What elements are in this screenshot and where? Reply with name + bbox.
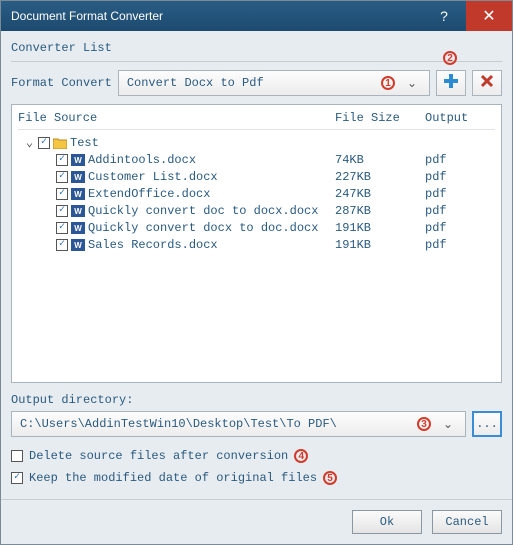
browse-button[interactable]: ... — [472, 411, 502, 437]
file-checkbox[interactable]: ✓ — [56, 239, 68, 251]
file-checkbox[interactable]: ✓ — [56, 205, 68, 217]
keep-date-label: Keep the modified date of original files — [29, 471, 317, 485]
ok-button[interactable]: Ok — [352, 510, 422, 534]
tree-file-row[interactable]: ✓ W Customer List.docx 227KBpdf — [18, 168, 495, 185]
file-name: Quickly convert doc to docx.docx — [88, 204, 318, 218]
file-checkbox[interactable]: ✓ — [56, 171, 68, 183]
file-output: pdf — [425, 221, 495, 235]
svg-text:W: W — [74, 156, 82, 165]
delete-source-label: Delete source files after conversion — [29, 449, 288, 463]
tree-rows: ⌄✓Test✓WAddintools.docx74KBpdf✓WCustomer… — [18, 134, 495, 378]
file-tree-pane: File Source File Size Output ⌄✓Test✓WAdd… — [11, 104, 502, 383]
svg-text:W: W — [74, 224, 82, 233]
annotation-badge-5: 5 — [323, 471, 337, 485]
file-size: 74KB — [335, 153, 425, 167]
close-button[interactable]: ✕ — [466, 1, 512, 31]
tree-file-row[interactable]: ✓ W ExtendOffice.docx 247KBpdf — [18, 185, 495, 202]
file-name: Addintools.docx — [88, 153, 196, 167]
dialog-body: Converter List Format Convert Convert Do… — [1, 31, 512, 499]
tree-root-row[interactable]: ⌄✓ Test — [18, 134, 495, 151]
chevron-down-icon: ⌄ — [439, 417, 457, 431]
window-title: Document Format Converter — [11, 9, 422, 23]
output-directory-label: Output directory: — [11, 393, 502, 407]
file-size: 227KB — [335, 170, 425, 184]
tree-header: File Source File Size Output — [18, 109, 495, 130]
keep-date-row: ✓ Keep the modified date of original fil… — [11, 471, 502, 485]
divider — [11, 61, 502, 62]
keep-date-checkbox[interactable]: ✓ — [11, 472, 23, 484]
plus-icon — [443, 73, 459, 93]
file-output: pdf — [425, 204, 495, 218]
annotation-badge-4: 4 — [294, 449, 308, 463]
cancel-button[interactable]: Cancel — [432, 510, 502, 534]
add-button[interactable]: 2 — [436, 70, 466, 96]
tree-file-row[interactable]: ✓ W Quickly convert docx to doc.docx 191KBp… — [18, 219, 495, 236]
chevron-down-icon: ⌄ — [403, 76, 421, 90]
tree-file-row[interactable]: ✓ W Quickly convert doc to docx.docx 287KBp… — [18, 202, 495, 219]
file-checkbox[interactable]: ✓ — [38, 137, 50, 149]
file-checkbox[interactable]: ✓ — [56, 222, 68, 234]
col-output[interactable]: Output — [425, 111, 495, 125]
file-size: 247KB — [335, 187, 425, 201]
dialog-window: Document Format Converter ? ✕ Converter … — [0, 0, 513, 545]
output-directory-select[interactable]: C:\Users\AddinTestWin10\Desktop\Test\To … — [11, 411, 466, 437]
annotation-badge-2: 2 — [443, 51, 457, 65]
file-output: pdf — [425, 238, 495, 252]
output-directory-row: C:\Users\AddinTestWin10\Desktop\Test\To … — [11, 411, 502, 437]
file-name: Sales Records.docx — [88, 238, 218, 252]
format-convert-row: Format Convert Convert Docx to Pdf 1 ⌄ 2 — [11, 70, 502, 96]
format-convert-value: Convert Docx to Pdf — [127, 76, 403, 90]
col-size[interactable]: File Size — [335, 111, 425, 125]
file-size: 191KB — [335, 238, 425, 252]
svg-text:W: W — [74, 207, 82, 216]
svg-text:W: W — [74, 241, 82, 250]
word-icon: W — [71, 154, 85, 166]
folder-name: Test — [70, 136, 99, 150]
titlebar: Document Format Converter ? ✕ — [1, 1, 512, 31]
file-size: 191KB — [335, 221, 425, 235]
file-name: ExtendOffice.docx — [88, 187, 210, 201]
close-icon: ✕ — [482, 6, 495, 26]
file-output: pdf — [425, 187, 495, 201]
cross-icon — [480, 74, 494, 92]
folder-icon — [53, 137, 67, 149]
dialog-footer: Ok Cancel — [1, 499, 512, 544]
output-directory-value: C:\Users\AddinTestWin10\Desktop\Test\To … — [20, 417, 439, 431]
file-name: Customer List.docx — [88, 170, 218, 184]
tree-file-row[interactable]: ✓ W Sales Records.docx 191KBpdf — [18, 236, 495, 253]
word-icon: W — [71, 171, 85, 183]
file-checkbox[interactable]: ✓ — [56, 154, 68, 166]
annotation-badge-3: 3 — [417, 417, 431, 431]
format-convert-label: Format Convert — [11, 76, 112, 90]
ellipsis-icon: ... — [476, 417, 498, 431]
svg-text:W: W — [74, 173, 82, 182]
file-size: 287KB — [335, 204, 425, 218]
word-icon: W — [71, 188, 85, 200]
word-icon: W — [71, 205, 85, 217]
word-icon: W — [71, 222, 85, 234]
delete-source-checkbox[interactable] — [11, 450, 23, 462]
tree-file-row[interactable]: ✓ W Addintools.docx 74KBpdf — [18, 151, 495, 168]
remove-button[interactable] — [472, 70, 502, 96]
col-source[interactable]: File Source — [18, 111, 335, 125]
delete-source-row: Delete source files after conversion 4 — [11, 449, 502, 463]
converter-list-label: Converter List — [11, 41, 502, 55]
file-checkbox[interactable]: ✓ — [56, 188, 68, 200]
file-output: pdf — [425, 153, 495, 167]
expander-icon[interactable]: ⌄ — [24, 135, 35, 150]
file-name: Quickly convert docx to doc.docx — [88, 221, 318, 235]
word-icon: W — [71, 239, 85, 251]
svg-text:W: W — [74, 190, 82, 199]
format-convert-select[interactable]: Convert Docx to Pdf 1 ⌄ — [118, 70, 430, 96]
help-button[interactable]: ? — [422, 1, 466, 31]
annotation-badge-1: 1 — [381, 76, 395, 90]
file-output: pdf — [425, 170, 495, 184]
